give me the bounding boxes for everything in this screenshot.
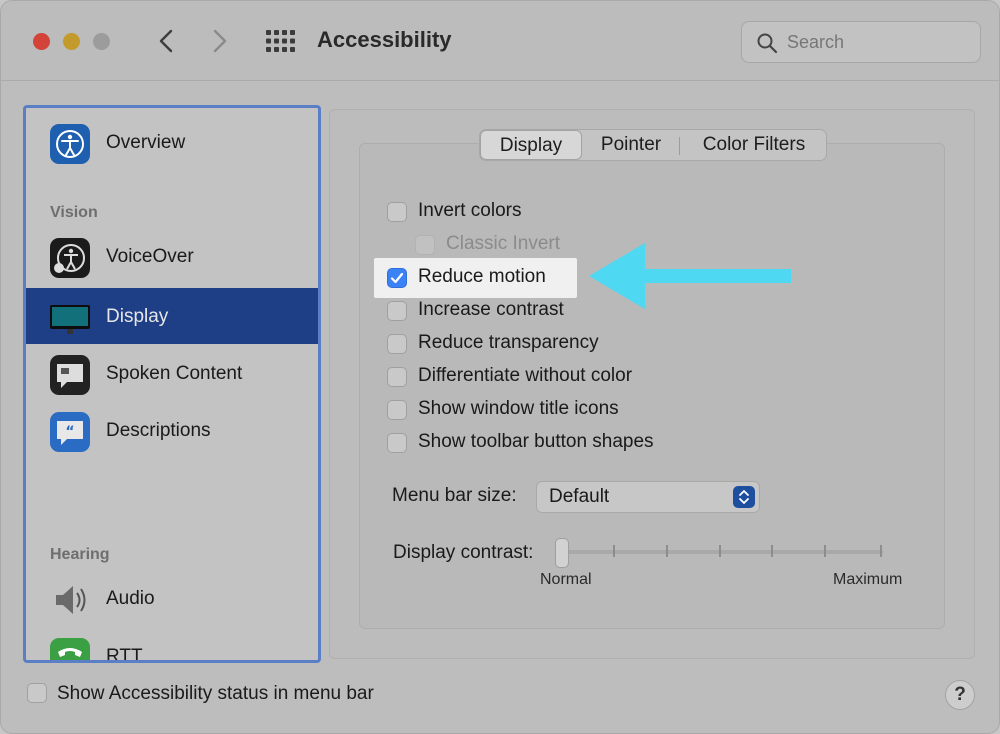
display-contrast-slider-track[interactable] [561, 550, 883, 554]
sidebar-item-rtt[interactable]: RTT [26, 628, 318, 663]
sidebar-item-label: VoiceOver [106, 246, 194, 267]
sidebar: Overview Vision VoiceOver Display Spoken… [23, 105, 321, 663]
reduce-transparency-checkbox[interactable] [387, 334, 407, 354]
sidebar-item-audio[interactable]: Audio [26, 570, 318, 626]
slider-min-label: Normal [540, 571, 592, 588]
system-preferences-window: Accessibility Search Overview Vision Voi… [0, 0, 1000, 734]
sidebar-item-label: Audio [106, 588, 155, 609]
slider-tick [719, 545, 721, 557]
option-label: Differentiate without color [418, 365, 633, 386]
search-field[interactable]: Search [741, 21, 981, 63]
increase-contrast-checkbox[interactable] [387, 301, 407, 321]
pointer-arrow-icon [589, 243, 795, 309]
option-label: Classic Invert [446, 233, 561, 254]
menu-bar-size-select[interactable]: Default [536, 481, 760, 513]
slider-tick [880, 545, 882, 557]
slider-tick [771, 545, 773, 557]
reduce-motion-checkbox[interactable] [387, 268, 407, 288]
help-button[interactable]: ? [945, 680, 975, 710]
search-icon [756, 32, 778, 54]
tab-pointer[interactable]: Pointer [584, 130, 678, 160]
zoom-window-button[interactable] [93, 33, 110, 50]
quote-bubble-icon: “ [50, 412, 90, 452]
minimize-window-button[interactable] [63, 33, 80, 50]
show-window-title-icons-checkbox[interactable] [387, 400, 407, 420]
voiceover-icon [50, 238, 90, 278]
option-label: Show toolbar button shapes [418, 431, 654, 452]
slider-tick [613, 545, 615, 557]
option-label: Show window title icons [418, 398, 619, 419]
window-title: Accessibility [317, 27, 452, 52]
differentiate-without-color-checkbox[interactable] [387, 367, 407, 387]
close-window-button[interactable] [33, 33, 50, 50]
classic-invert-checkbox [415, 235, 435, 255]
invert-colors-checkbox[interactable] [387, 202, 407, 222]
sidebar-section-hearing: Hearing [50, 546, 110, 563]
slider-tick [824, 545, 826, 557]
menu-bar-size-value: Default [549, 486, 610, 507]
tab-separator [679, 137, 680, 155]
tab-display[interactable]: Display [480, 130, 582, 160]
speech-bubble-icon [50, 355, 90, 395]
sidebar-item-label: Descriptions [106, 420, 211, 441]
sidebar-item-label: Overview [106, 132, 186, 153]
sidebar-item-descriptions[interactable]: “ Descriptions [26, 402, 318, 458]
option-label: Invert colors [418, 200, 522, 221]
title-bar: Accessibility Search [1, 1, 999, 81]
select-stepper-icon [733, 486, 755, 508]
display-contrast-slider-knob[interactable] [555, 538, 569, 568]
show-status-in-menu-bar-checkbox[interactable] [27, 683, 47, 703]
slider-tick [666, 545, 668, 557]
back-chevron-icon[interactable] [151, 25, 181, 57]
svg-text:“: “ [65, 424, 74, 440]
sidebar-item-label: Spoken Content [106, 363, 243, 384]
rtt-phone-icon [50, 638, 90, 660]
tab-color-filters[interactable]: Color Filters [682, 130, 826, 160]
sidebar-item-overview[interactable]: Overview [26, 114, 318, 170]
display-monitor-icon [50, 298, 90, 338]
show-toolbar-button-shapes-checkbox[interactable] [387, 433, 407, 453]
slider-max-label: Maximum [833, 571, 903, 588]
sidebar-item-label: RTT [106, 646, 143, 663]
tab-bar: Display Pointer Color Filters [479, 129, 827, 161]
speaker-icon [50, 580, 90, 620]
option-label: Reduce transparency [418, 332, 599, 353]
sidebar-section-vision: Vision [50, 204, 98, 221]
option-label: Reduce motion [418, 266, 546, 287]
sidebar-item-spoken-content[interactable]: Spoken Content [26, 345, 318, 401]
show-all-grid-icon[interactable] [265, 29, 295, 53]
accessibility-icon [50, 124, 90, 164]
checkmark-icon [390, 272, 404, 284]
sidebar-item-label: Display [106, 306, 169, 327]
option-label: Show Accessibility status in menu bar [57, 683, 374, 704]
menu-bar-size-label: Menu bar size: [392, 485, 517, 506]
search-placeholder: Search [787, 32, 845, 52]
sidebar-item-display[interactable]: Display [26, 288, 318, 344]
forward-chevron-icon[interactable] [205, 25, 235, 57]
display-contrast-label: Display contrast: [393, 542, 534, 563]
option-label: Increase contrast [418, 299, 564, 320]
sidebar-item-voiceover[interactable]: VoiceOver [26, 228, 318, 284]
